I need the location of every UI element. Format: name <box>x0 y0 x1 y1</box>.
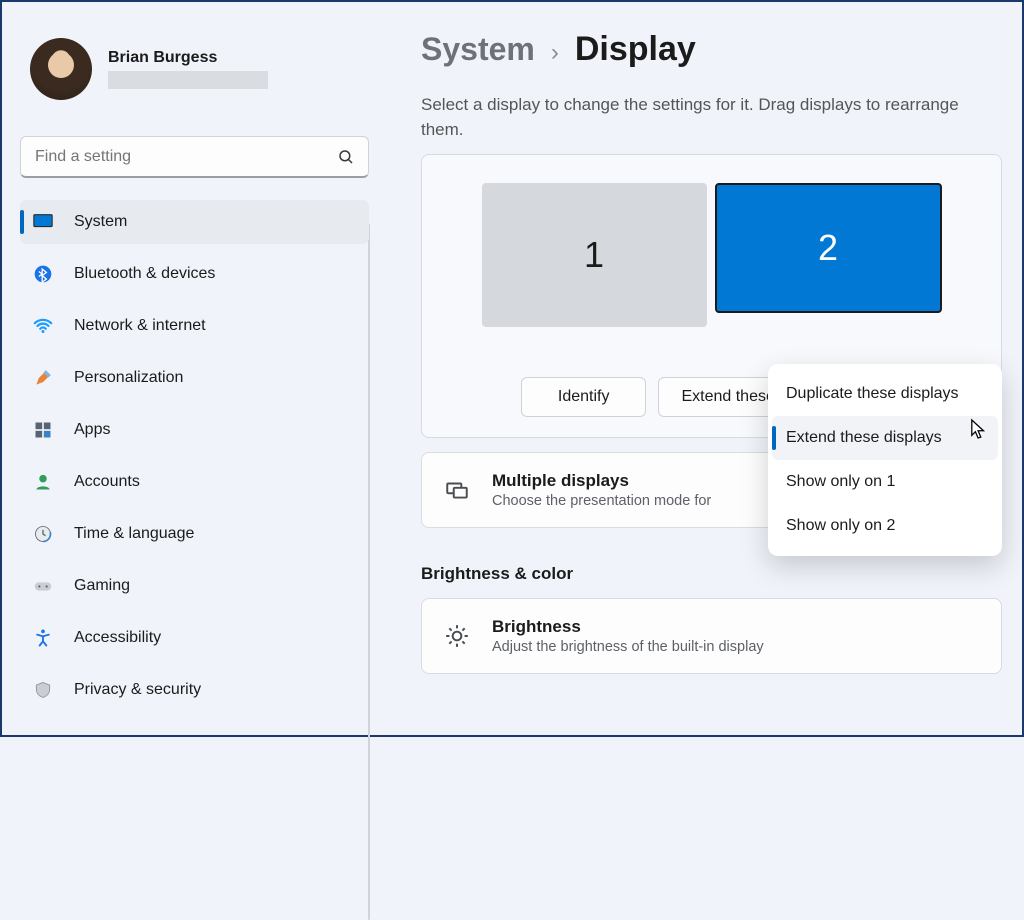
clock-globe-icon <box>32 523 54 545</box>
wifi-icon <box>32 315 54 337</box>
display-icon <box>32 211 54 233</box>
menu-item-only-1[interactable]: Show only on 1 <box>772 460 998 504</box>
page-title: Display <box>575 30 696 69</box>
menu-item-duplicate[interactable]: Duplicate these displays <box>772 372 998 416</box>
sidebar-item-accessibility[interactable]: Accessibility <box>20 616 369 660</box>
sidebar-item-accounts[interactable]: Accounts <box>20 460 369 504</box>
sidebar-item-label: Accounts <box>74 473 140 491</box>
brightness-section-heading: Brightness & color <box>421 564 1002 584</box>
bluetooth-icon <box>32 263 54 285</box>
card-title: Multiple displays <box>492 471 711 491</box>
sidebar-item-label: Gaming <box>74 577 130 595</box>
gamepad-icon <box>32 575 54 597</box>
sidebar-item-network[interactable]: Network & internet <box>20 304 369 348</box>
identify-button[interactable]: Identify <box>521 377 647 417</box>
person-icon <box>32 471 54 493</box>
paintbrush-icon <box>32 367 54 389</box>
breadcrumb: System › Display <box>421 30 1002 69</box>
sidebar-item-label: Personalization <box>74 369 183 387</box>
shield-icon <box>32 679 54 701</box>
search-icon <box>337 148 355 166</box>
brightness-icon <box>444 623 470 649</box>
chevron-right-icon: › <box>551 39 559 67</box>
sidebar-item-system[interactable]: System <box>20 200 369 244</box>
display-help-text: Select a display to change the settings … <box>421 93 1002 142</box>
avatar <box>30 38 92 100</box>
presentation-mode-menu: Duplicate these displays Extend these di… <box>768 364 1002 556</box>
sidebar-item-label: System <box>74 213 127 231</box>
display-2[interactable]: 2 <box>715 183 942 313</box>
cursor-icon <box>970 418 988 440</box>
sidebar-item-privacy[interactable]: Privacy & security <box>20 668 369 712</box>
brightness-card[interactable]: Brightness Adjust the brightness of the … <box>421 598 1002 674</box>
display-canvas[interactable]: 1 2 <box>450 183 973 327</box>
card-subtext: Choose the presentation mode for <box>492 493 711 509</box>
apps-icon <box>32 419 54 441</box>
sidebar-item-label: Network & internet <box>74 317 206 335</box>
sidebar-item-label: Accessibility <box>74 629 161 647</box>
user-name: Brian Burgess <box>108 49 268 67</box>
sidebar-item-bluetooth[interactable]: Bluetooth & devices <box>20 252 369 296</box>
menu-item-extend[interactable]: Extend these displays <box>772 416 998 460</box>
sidebar-nav: System Bluetooth & devices Network & int… <box>20 200 369 720</box>
card-title: Brightness <box>492 617 764 637</box>
sidebar-item-label: Apps <box>74 421 110 439</box>
sidebar-item-label: Time & language <box>74 525 194 543</box>
card-subtext: Adjust the brightness of the built-in di… <box>492 639 764 655</box>
multiple-displays-icon <box>444 477 470 503</box>
user-profile[interactable]: Brian Burgess <box>20 32 369 106</box>
accessibility-icon <box>32 627 54 649</box>
sidebar-item-personalization[interactable]: Personalization <box>20 356 369 400</box>
user-subtext-placeholder <box>108 71 268 89</box>
display-1[interactable]: 1 <box>482 183 707 327</box>
sidebar-item-apps[interactable]: Apps <box>20 408 369 452</box>
sidebar-item-label: Privacy & security <box>74 681 201 699</box>
breadcrumb-parent[interactable]: System <box>421 31 535 68</box>
menu-item-only-2[interactable]: Show only on 2 <box>772 504 998 548</box>
sidebar-item-label: Bluetooth & devices <box>74 265 215 283</box>
sidebar-item-gaming[interactable]: Gaming <box>20 564 369 608</box>
search-input[interactable] <box>20 136 369 178</box>
sidebar-item-time[interactable]: Time & language <box>20 512 369 556</box>
